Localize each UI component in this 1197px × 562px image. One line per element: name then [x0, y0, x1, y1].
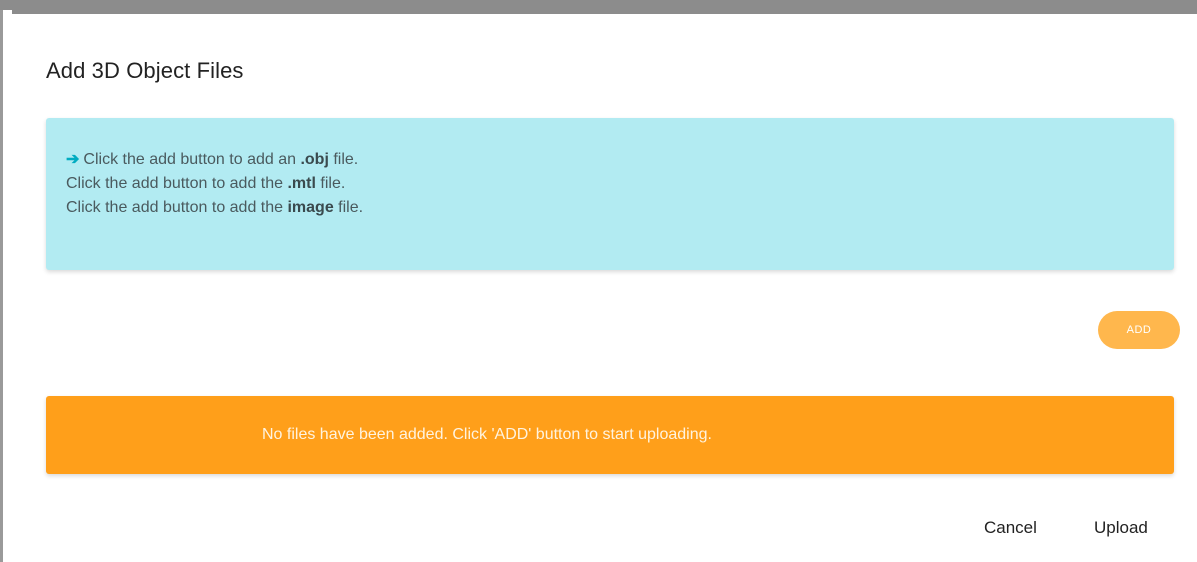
instruction-image: Click the add button to add the image fi…	[66, 199, 364, 216]
instruction-mtl: Click the add button to add the .mtl fil…	[66, 175, 346, 192]
arrow-right-icon: ➔	[66, 151, 80, 168]
no-files-notice: No files have been added. Click 'ADD' bu…	[46, 396, 1174, 474]
instruction-obj: ➔ Click the add button to add an .obj fil…	[66, 148, 363, 172]
dialog-title: Add 3D Object Files	[46, 58, 244, 83]
add-3d-object-dialog: Add 3D Object Files ➔ Click the add butto…	[12, 14, 1197, 562]
window-edge	[0, 10, 12, 562]
cancel-button[interactable]: Cancel	[984, 518, 1037, 538]
add-button[interactable]: ADD	[1098, 311, 1180, 349]
no-files-message: No files have been added. Click 'ADD' bu…	[262, 426, 712, 443]
instructions-panel: ➔ Click the add button to add an .obj fil…	[46, 118, 1174, 270]
upload-button[interactable]: Upload	[1094, 518, 1148, 538]
